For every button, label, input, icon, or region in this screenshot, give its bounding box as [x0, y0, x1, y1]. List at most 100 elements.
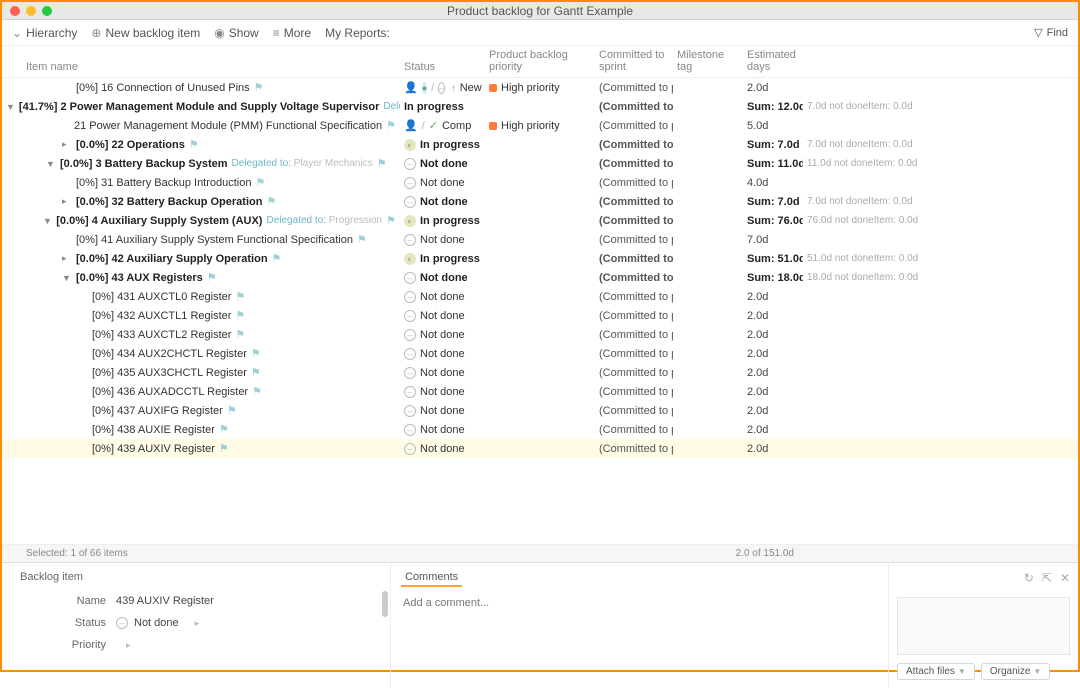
find-button[interactable]: ▽Find — [1034, 26, 1068, 39]
item-name: [0%] 439 AUXIV Register — [92, 443, 215, 455]
extra-text: 11.0d not doneItem: 0.0d — [803, 158, 1078, 169]
flag-icon: ⚑ — [251, 366, 261, 379]
commit-text: (Committed to pl... — [595, 386, 673, 398]
disclosure-triangle[interactable]: ▸ — [62, 139, 72, 150]
commit-text: (Committed to pl... — [595, 196, 673, 208]
item-name: [0%] 31 Battery Backup Introduction — [76, 177, 252, 189]
more-button[interactable]: ≡More — [273, 26, 311, 40]
close-icon[interactable]: ✕ — [1060, 571, 1070, 585]
table-row[interactable]: ▼[0.0%] 3 Battery Backup SystemDelegated… — [2, 154, 1078, 173]
tab-comments[interactable]: Comments — [401, 569, 462, 587]
col-estimated[interactable]: Estimated days — [743, 46, 803, 77]
table-row[interactable]: [0%] 16 Connection of Unused Pins⚑👤● / –… — [2, 78, 1078, 97]
show-label: Show — [229, 26, 259, 40]
flag-icon: ⚑ — [386, 119, 396, 132]
status-text: Not done — [420, 424, 465, 436]
table-row[interactable]: ▼[0.0%] 43 AUX Registers⚑–Not done(Commi… — [2, 268, 1078, 287]
flag-icon: ⚑ — [266, 195, 276, 208]
table-row[interactable]: [0%] 432 AUXCTL1 Register⚑–Not done(Comm… — [2, 306, 1078, 325]
estimate-text: 5.0d — [747, 120, 768, 132]
detail-panel: Backlog item Name 439 AUXIV Register Sta… — [2, 562, 1078, 688]
estimate-text: 2.0d — [747, 386, 768, 398]
disclosure-triangle[interactable]: ▼ — [43, 216, 52, 226]
col-milestone[interactable]: Milestone tag — [673, 46, 743, 77]
flag-icon: ⚑ — [377, 157, 387, 170]
estimate-text: Sum: 12.0d — [747, 101, 803, 113]
status-text: Not done — [420, 443, 465, 455]
show-button[interactable]: ◉ Show — [214, 26, 259, 40]
flag-icon: ⚑ — [235, 309, 245, 322]
estimate-text: 4.0d — [747, 177, 768, 189]
extra-text: 18.0d not doneItem: 0.0d — [803, 272, 1078, 283]
estimate-text: 7.0d — [747, 234, 768, 246]
new-backlog-item-button[interactable]: ⊕New backlog item — [91, 26, 200, 40]
commit-text: (Committed to pl... — [595, 272, 673, 284]
status-notdone-icon: – — [404, 405, 416, 417]
col-status[interactable]: Status — [400, 46, 485, 77]
table-row[interactable]: [0%] 439 AUXIV Register⚑–Not done(Commit… — [2, 439, 1078, 458]
status-text: In progress — [404, 101, 464, 113]
column-headers: Item name Status Product backlog priorit… — [2, 46, 1078, 78]
table-row[interactable]: ▸[0.0%] 32 Battery Backup Operation⚑–Not… — [2, 192, 1078, 211]
status-text: In progress — [420, 253, 480, 265]
disclosure-triangle[interactable]: ▼ — [6, 102, 15, 112]
table-row[interactable]: 21 Power Management Module (PMM) Functio… — [2, 116, 1078, 135]
refresh-icon[interactable]: ↻ — [1024, 571, 1034, 585]
disclosure-triangle[interactable]: ▸ — [62, 196, 72, 207]
item-name: [0%] 16 Connection of Unused Pins — [76, 82, 250, 94]
priority-field[interactable]: ▸ — [116, 640, 372, 651]
eye-icon: ◉ — [214, 26, 224, 40]
filter-icon: ▽ — [1034, 26, 1042, 39]
table-row[interactable]: [0%] 436 AUXADCCTL Register⚑–Not done(Co… — [2, 382, 1078, 401]
my-reports-label[interactable]: My Reports: — [325, 26, 390, 40]
status-text: Not done — [420, 177, 465, 189]
table-row[interactable]: ▸[0.0%] 22 Operations⚑◐In progress(Commi… — [2, 135, 1078, 154]
flag-icon: ⚑ — [227, 404, 237, 417]
commit-text: (Committed to pl... — [595, 234, 673, 246]
commit-text: (Committed to pl... — [595, 215, 673, 227]
table-row[interactable]: [0%] 438 AUXIE Register⚑–Not done(Commit… — [2, 420, 1078, 439]
disclosure-triangle[interactable]: ▸ — [62, 253, 72, 264]
estimate-text: 2.0d — [747, 405, 768, 417]
col-priority[interactable]: Product backlog priority — [485, 46, 595, 77]
extra-text: 76.0d not doneItem: 0.0d — [803, 215, 1078, 226]
table-row[interactable]: ▸[0.0%] 42 Auxiliary Supply Operation⚑◐I… — [2, 249, 1078, 268]
status-label: Status — [20, 617, 106, 629]
table-row[interactable]: [0%] 431 AUXCTL0 Register⚑–Not done(Comm… — [2, 287, 1078, 306]
table-row[interactable]: [0%] 41 Auxiliary Supply System Function… — [2, 230, 1078, 249]
disclosure-triangle[interactable]: ▼ — [62, 273, 72, 283]
status-text: In progress — [420, 215, 480, 227]
status-notdone-icon: – — [404, 386, 416, 398]
table-row[interactable]: [0%] 437 AUXIFG Register⚑–Not done(Commi… — [2, 401, 1078, 420]
flag-icon: ⚑ — [254, 81, 264, 94]
commit-text: (Committed to pl... — [595, 348, 673, 360]
warn-icon: ↑ — [451, 83, 456, 93]
add-comment-input[interactable]: Add a comment... — [401, 593, 878, 613]
name-field[interactable]: 439 AUXIV Register — [116, 595, 372, 607]
external-icon[interactable]: ⇱ — [1042, 571, 1052, 585]
toolbar: ⌄Hierarchy ⊕New backlog item ◉ Show ≡More… — [2, 20, 1078, 46]
status-field[interactable]: – Not done ▸ — [116, 617, 372, 629]
item-name: [0%] 432 AUXCTL1 Register — [92, 310, 231, 322]
table-row[interactable]: ▼[0.0%] 4 Auxiliary Supply System (AUX)D… — [2, 211, 1078, 230]
col-item-name[interactable]: Item name — [2, 46, 400, 77]
table-row[interactable]: [0%] 435 AUX3CHCTL Register⚑–Not done(Co… — [2, 363, 1078, 382]
disclosure-triangle[interactable]: ▼ — [46, 159, 56, 169]
status-text: Not done — [420, 291, 465, 303]
scroll-thumb[interactable] — [382, 591, 388, 617]
table-row[interactable]: [0%] 31 Battery Backup Introduction⚑–Not… — [2, 173, 1078, 192]
status-text: New — [460, 82, 482, 94]
col-commit[interactable]: Committed to sprint — [595, 46, 673, 77]
menu-icon: ≡ — [273, 26, 280, 40]
table-row[interactable]: [0%] 434 AUX2CHCTL Register⚑–Not done(Co… — [2, 344, 1078, 363]
delegated-label: Delegat — [383, 101, 400, 112]
status-notdone-icon: – — [404, 158, 416, 170]
commit-text: (Committed to pl... — [595, 405, 673, 417]
item-name: [41.7%] 2 Power Management Module and Su… — [19, 101, 379, 113]
table-row[interactable]: ▼ [41.7%] 2 Power Management Module and S… — [2, 97, 1078, 116]
table-row[interactable]: [0%] 433 AUXCTL2 Register⚑–Not done(Comm… — [2, 325, 1078, 344]
hierarchy-toggle[interactable]: ⌄Hierarchy — [12, 26, 77, 40]
status-notdone-icon: – — [404, 177, 416, 189]
status-bar: Selected: 1 of 66 items 2.0 of 151.0d — [2, 544, 1078, 562]
name-label: Name — [20, 595, 106, 607]
